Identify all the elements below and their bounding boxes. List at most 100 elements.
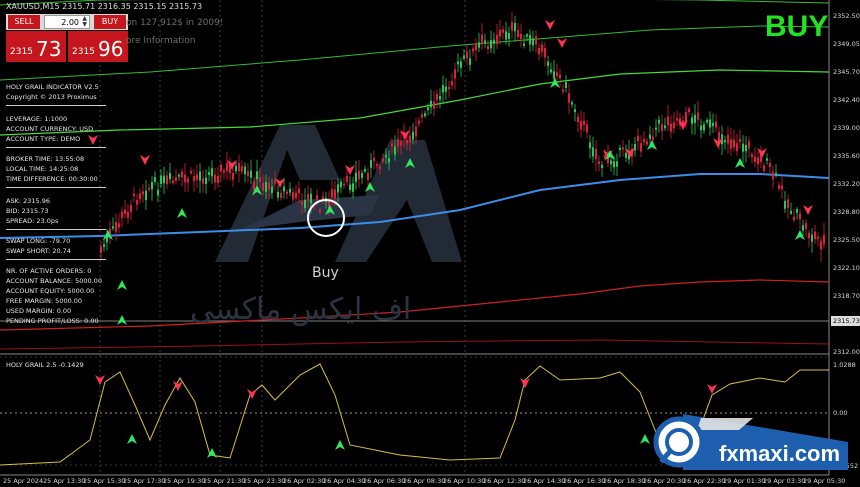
candle-body: [535, 36, 537, 45]
price-axis-label: 2335.60: [833, 152, 860, 160]
candle-body: [619, 147, 621, 151]
time-axis-label: 25 Apr 19:30: [163, 477, 206, 485]
lower-envelope-line: [0, 339, 830, 350]
price-axis-label: 2312.00: [833, 348, 860, 356]
candle-body: [436, 93, 438, 100]
buy-annotation-label: Buy: [312, 265, 339, 281]
osc-buy-arrow-icon: [127, 434, 137, 444]
candle-body: [637, 135, 639, 142]
fxmaxi-logo: fxmaxi.com: [643, 408, 853, 472]
overlay-text-1: on 127,912$ in 2009!: [126, 18, 224, 28]
sell-price-button[interactable]: 2315 73: [6, 31, 66, 62]
candle-body: [706, 120, 708, 123]
candle-body: [727, 134, 729, 144]
candle-body: [640, 143, 642, 152]
candle-body: [496, 34, 498, 45]
candle-body: [211, 168, 213, 177]
candle-body: [790, 210, 792, 214]
candle-body: [775, 172, 777, 176]
lot-spinner-icon[interactable]: ▲ ▼: [82, 16, 87, 28]
candle-body: [670, 123, 672, 132]
candle-body: [304, 199, 306, 208]
candle-body: [553, 71, 555, 79]
candle-body: [697, 112, 699, 120]
candle-body: [691, 117, 693, 124]
time-axis-label: 26 Apr 04:30: [323, 477, 366, 485]
buy-button[interactable]: BUY: [94, 15, 126, 29]
candle-body: [649, 134, 651, 139]
candle-body: [703, 124, 705, 131]
candle-body: [178, 174, 180, 177]
candle-body: [130, 205, 132, 213]
candle-body: [658, 119, 660, 124]
candle-body: [202, 178, 204, 184]
candle-body: [379, 166, 381, 169]
lot-size-value: 2.00: [61, 18, 79, 27]
candle-body: [286, 191, 288, 195]
lot-size-input[interactable]: 2.00 ▲ ▼: [44, 15, 90, 29]
buy-price-button[interactable]: 2315 96: [68, 31, 128, 62]
candle-body: [103, 244, 105, 247]
candle-body: [667, 116, 669, 126]
candle-body: [811, 234, 813, 242]
buy-arrow-icon: [735, 158, 745, 168]
candle-body: [787, 199, 789, 209]
candle-body: [394, 146, 396, 155]
candle-body: [742, 143, 744, 152]
candle-body: [634, 143, 636, 151]
osc-sell-arrow-icon: [247, 389, 257, 399]
watermark-arabic-text: اف ایکس ماکسی: [190, 292, 412, 327]
buy-arrow-icon: [177, 208, 187, 218]
candle-body: [166, 175, 168, 185]
candle-body: [493, 39, 495, 44]
candle-body: [127, 211, 129, 218]
candle-body: [586, 124, 588, 133]
candle-body: [253, 181, 255, 190]
time-axis-label: 26 Apr 14:30: [523, 477, 566, 485]
candle-body: [223, 170, 225, 173]
candle-body: [298, 188, 300, 194]
buy-price-big: 96: [98, 37, 124, 61]
candle-body: [295, 192, 297, 199]
sell-button[interactable]: SELL: [8, 15, 40, 29]
time-axis-label: 25 Apr 2024: [3, 477, 44, 485]
candle-body: [373, 158, 375, 162]
candle-body: [364, 168, 366, 172]
candle-body: [349, 184, 351, 190]
time-axis-label: 26 Apr 08:30: [403, 477, 446, 485]
candle-body: [388, 158, 390, 163]
price-axis-label: 2325.50: [833, 236, 860, 244]
candle-body: [259, 177, 261, 182]
candle-body: [715, 121, 717, 128]
candle-body: [784, 200, 786, 209]
sell-arrow-icon: [88, 135, 98, 145]
candle-body: [133, 193, 135, 196]
candle-body: [490, 40, 492, 49]
candle-body: [487, 45, 489, 50]
candle-body: [520, 33, 522, 40]
candle-body: [214, 174, 216, 183]
osc-buy-arrow-icon: [335, 440, 345, 450]
info-leverage: LEVERAGE: 1:1000: [6, 115, 68, 123]
candle-body: [220, 164, 222, 171]
sell-price-small: 2315: [10, 47, 33, 57]
info-time-difference: TIME DIFFERENCE: 00:30:00: [6, 175, 98, 183]
candle-body: [439, 95, 441, 100]
candle-body: [463, 55, 465, 59]
candle-body: [175, 177, 177, 182]
candle-body: [415, 126, 417, 137]
info-currency: ACCOUNT CURRENCY: USD: [6, 125, 94, 133]
candle-body: [820, 241, 822, 250]
candle-body: [718, 131, 720, 142]
one-click-trade-panel: SELL 2.00 ▲ ▼ BUY 2315 73 2315 96: [6, 14, 128, 62]
candle-body: [142, 191, 144, 195]
candle-body: [427, 107, 429, 111]
candle-body: [544, 47, 546, 58]
time-axis-label: 29 Apr 05:30: [803, 477, 846, 485]
candle-body: [391, 143, 393, 147]
candle-body: [193, 176, 195, 182]
candle-body: [523, 43, 525, 46]
candle-body: [118, 223, 120, 228]
symbol-title: XAUUSD,M15 2315.71 2316.35 2315.15 2315.…: [6, 2, 203, 11]
candle-body: [454, 69, 456, 79]
